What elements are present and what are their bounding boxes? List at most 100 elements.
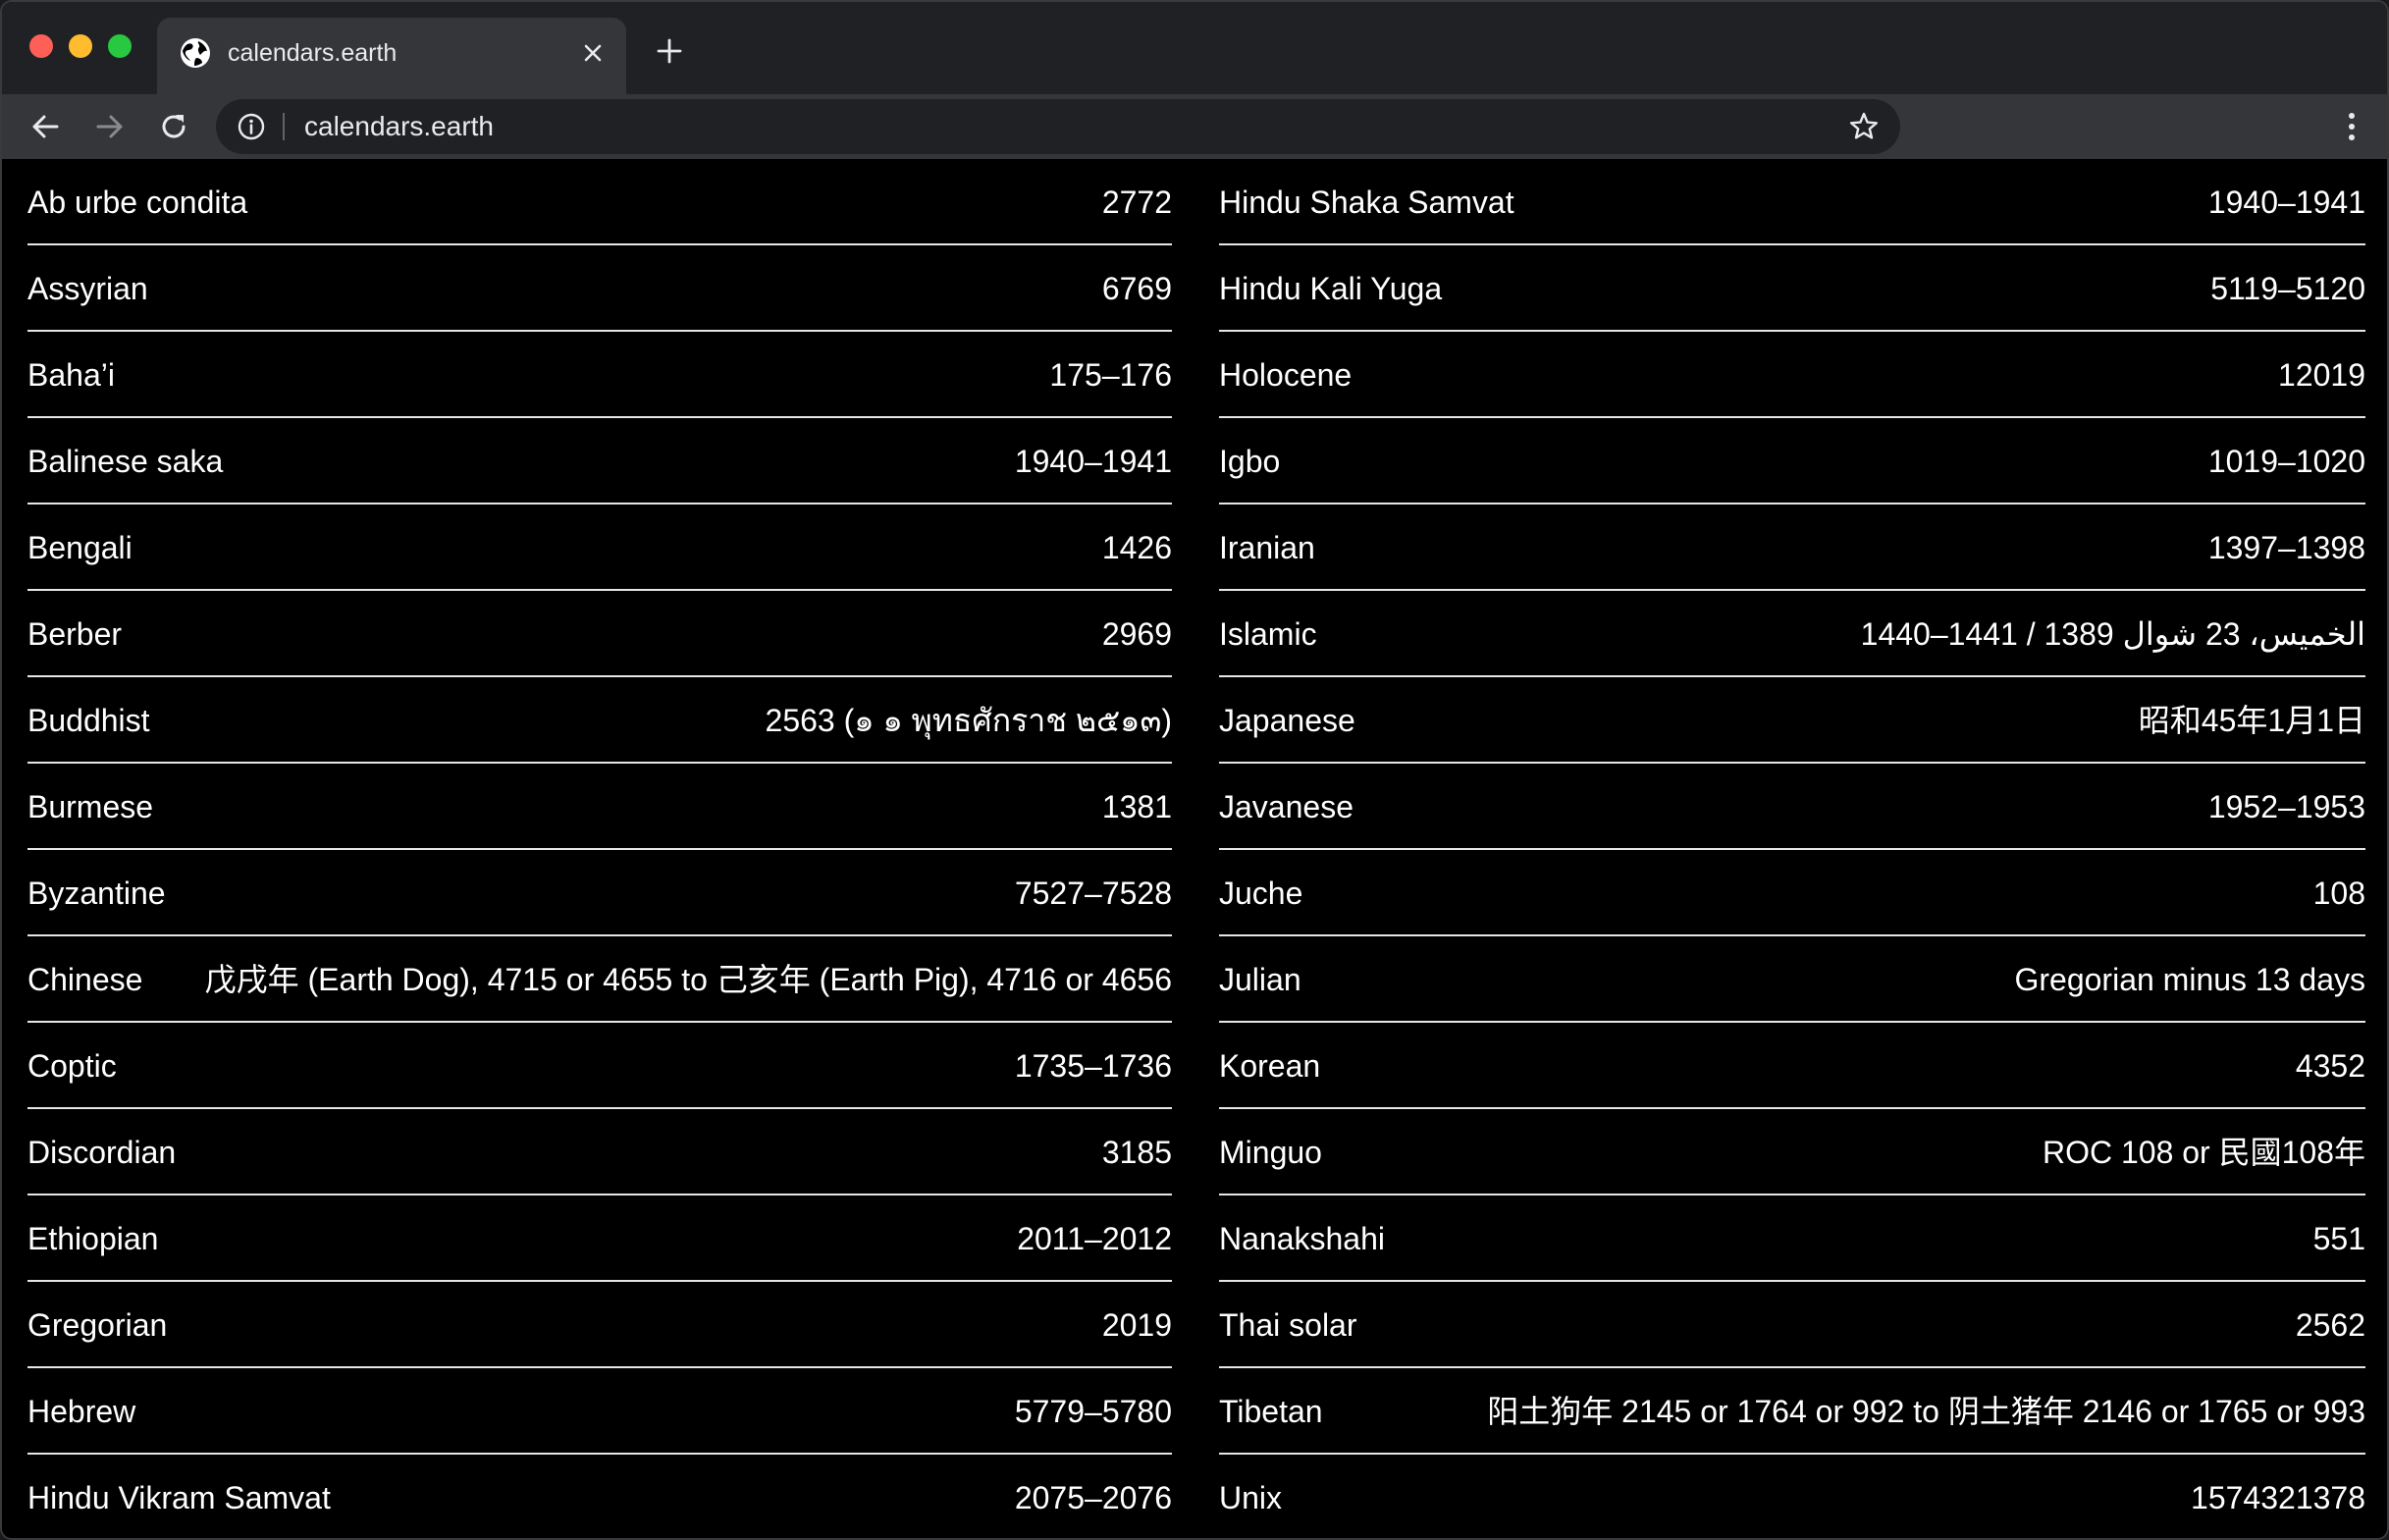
calendar-name: Chinese xyxy=(27,962,143,997)
calendar-year-value: 2011–2012 xyxy=(1017,1221,1172,1256)
calendar-name: Minguo xyxy=(1219,1135,1322,1170)
calendar-row: Baha’i 175–176 xyxy=(27,332,1172,418)
calendar-year-value: 1574321378 xyxy=(2191,1480,2365,1515)
calendar-year-value: 1426 xyxy=(1101,530,1172,565)
calendar-year-value: 昭和45年1月1日 xyxy=(2138,703,2365,738)
calendar-year-value: ROC 108 or 民國108年 xyxy=(2042,1135,2365,1170)
calendar-row: Javanese 1952–1953 xyxy=(1219,764,2365,850)
calendar-year-value: 1952–1953 xyxy=(2207,789,2365,824)
tab-calendars-earth[interactable]: calendars.earth xyxy=(157,18,626,94)
calendar-year-value: 6769 xyxy=(1101,271,1172,306)
calendar-row: Julian Gregorian minus 13 days xyxy=(1219,936,2365,1023)
globe-favicon-icon xyxy=(181,38,210,68)
calendar-name: Coptic xyxy=(27,1048,117,1084)
calendar-row: Balinese saka 1940–1941 xyxy=(27,418,1172,504)
tab-title: calendars.earth xyxy=(228,39,398,67)
calendar-year-value: 5119–5120 xyxy=(2210,271,2365,306)
calendar-year-value: 2969 xyxy=(1101,616,1172,652)
calendar-row: Byzantine 7527–7528 xyxy=(27,850,1172,936)
calendar-name: Unix xyxy=(1219,1480,1283,1515)
calendar-row: Hindu Shaka Samvat 1940–1941 xyxy=(1219,159,2365,245)
calendar-name: Berber xyxy=(27,616,123,652)
calendar-row: Nanakshahi 551 xyxy=(1219,1195,2365,1282)
calendar-year-value: 2075–2076 xyxy=(1014,1480,1172,1515)
new-tab-plus-icon[interactable] xyxy=(654,35,685,67)
calendar-name: Japanese xyxy=(1219,703,1355,738)
calendar-name: Ab urbe condita xyxy=(27,185,248,220)
back-arrow-icon[interactable] xyxy=(26,107,65,146)
bookmark-star-icon[interactable] xyxy=(1847,110,1881,143)
calendar-year-value: 1735–1736 xyxy=(1014,1048,1172,1084)
calendar-year-value: 7527–7528 xyxy=(1014,876,1172,911)
page-content: Ab urbe condita 2772 Assyrian 6769 Baha’i 175… xyxy=(2,159,2387,1538)
calendar-year-value: 1019–1020 xyxy=(2207,444,2365,479)
calendar-row: Iranian 1397–1398 xyxy=(1219,504,2365,591)
calendar-row: Burmese 1381 xyxy=(27,764,1172,850)
calendar-year-value: 2019 xyxy=(1101,1307,1172,1343)
reload-icon[interactable] xyxy=(154,107,193,146)
calendar-row: Discordian 3185 xyxy=(27,1109,1172,1195)
calendar-name: Juche xyxy=(1219,876,1303,911)
calendar-year-value: 1381 xyxy=(1101,789,1172,824)
forward-arrow-icon[interactable] xyxy=(90,107,130,146)
calendar-row: Gregorian 2019 xyxy=(27,1282,1172,1368)
calendar-row: Minguo ROC 108 or 民國108年 xyxy=(1219,1109,2365,1195)
calendar-name: Bengali xyxy=(27,530,133,565)
calendar-row: Ab urbe condita 2772 xyxy=(27,159,1172,245)
calendar-row: Korean 4352 xyxy=(1219,1023,2365,1109)
calendar-name: Burmese xyxy=(27,789,154,824)
calendar-row: Coptic 1735–1736 xyxy=(27,1023,1172,1109)
calendar-year-value: 2562 xyxy=(2295,1307,2365,1343)
browser-toolbar: calendars.earth xyxy=(2,94,2387,159)
calendar-row: Hebrew 5779–5780 xyxy=(27,1368,1172,1455)
calendar-name: Buddhist xyxy=(27,703,150,738)
calendar-year-value: 12019 xyxy=(2278,357,2365,393)
calendar-row: Assyrian 6769 xyxy=(27,245,1172,332)
calendar-year-value: 5779–5780 xyxy=(1014,1394,1172,1429)
calendar-name: Balinese saka xyxy=(27,444,224,479)
calendar-row: Japanese 昭和45年1月1日 xyxy=(1219,677,2365,764)
calendar-row: Hindu Vikram Samvat 2075–2076 xyxy=(27,1455,1172,1538)
calendar-year-value: 108 xyxy=(2312,876,2365,911)
calendar-name: Ethiopian xyxy=(27,1221,159,1256)
address-bar-divider xyxy=(283,113,285,140)
calendar-name: Islamic xyxy=(1219,616,1317,652)
browser-window: calendars.earth calendars.earth Ab urbe … xyxy=(0,0,2389,1540)
calendar-name: Discordian xyxy=(27,1135,177,1170)
calendar-year-value: 戊戌年 (Earth Dog), 4715 or 4655 to 己亥年 (Ea… xyxy=(204,962,1172,997)
close-window-button[interactable] xyxy=(29,34,53,58)
calendar-year-value: 3185 xyxy=(1101,1135,1172,1170)
calendar-row: Ethiopian 2011–2012 xyxy=(27,1195,1172,1282)
calendar-year-value: Gregorian minus 13 days xyxy=(2014,962,2365,997)
calendar-row: Berber 2969 xyxy=(27,591,1172,677)
calendar-row: Hindu Kali Yuga 5119–5120 xyxy=(1219,245,2365,332)
calendar-name: Hebrew xyxy=(27,1394,136,1429)
calendar-name: Igbo xyxy=(1219,444,1281,479)
close-tab-icon[interactable] xyxy=(577,37,609,69)
calendar-year-value: 4352 xyxy=(2295,1048,2365,1084)
calendar-row: Igbo 1019–1020 xyxy=(1219,418,2365,504)
calendar-year-value: 1940–1941 xyxy=(2207,185,2365,220)
more-options-icon[interactable] xyxy=(2346,111,2358,142)
address-url[interactable]: calendars.earth xyxy=(304,109,494,144)
calendar-year-value: 阳土狗年 2145 or 1764 or 992 to 阴土猪年 2146 or… xyxy=(1487,1394,2365,1429)
calendar-list-left: Ab urbe condita 2772 Assyrian 6769 Baha’i 175… xyxy=(27,159,1172,1538)
calendar-name: Holocene xyxy=(1219,357,1353,393)
calendar-row: Bengali 1426 xyxy=(27,504,1172,591)
calendar-row: Holocene 12019 xyxy=(1219,332,2365,418)
calendar-name: Javanese xyxy=(1219,789,1354,824)
calendar-name: Iranian xyxy=(1219,530,1315,565)
calendar-row: Juche 108 xyxy=(1219,850,2365,936)
calendar-year-value: 551 xyxy=(2312,1221,2365,1256)
minimize-window-button[interactable] xyxy=(69,34,92,58)
calendar-name: Hindu Shaka Samvat xyxy=(1219,185,1514,220)
calendar-name: Hindu Kali Yuga xyxy=(1219,271,1443,306)
calendar-year-value: 175–176 xyxy=(1049,357,1172,393)
calendar-row: Thai solar 2562 xyxy=(1219,1282,2365,1368)
maximize-window-button[interactable] xyxy=(108,34,132,58)
calendar-name: Assyrian xyxy=(27,271,148,306)
address-bar[interactable]: calendars.earth xyxy=(216,99,1900,154)
calendar-row: Chinese 戊戌年 (Earth Dog), 4715 or 4655 to … xyxy=(27,936,1172,1023)
calendar-row: Unix 1574321378 xyxy=(1219,1455,2365,1538)
site-info-icon[interactable] xyxy=(236,111,267,142)
